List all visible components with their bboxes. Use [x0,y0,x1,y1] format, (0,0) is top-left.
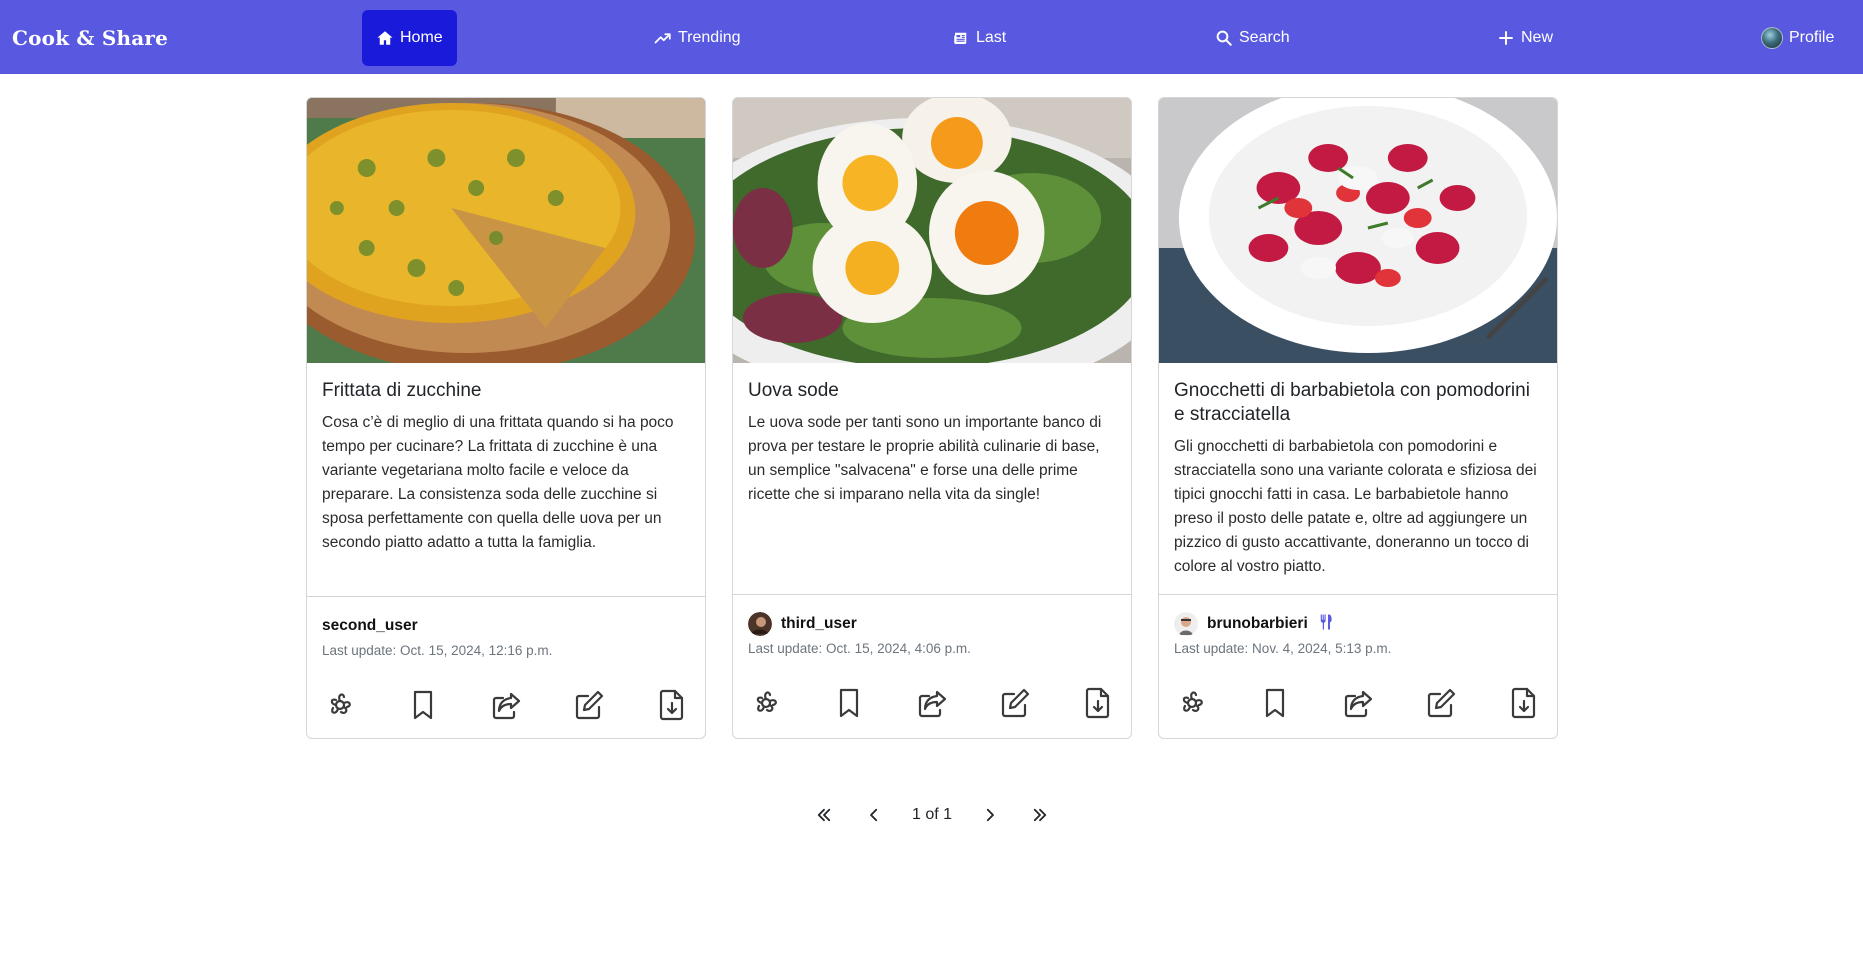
like-button[interactable] [1175,686,1209,720]
last-update: Last update: Oct. 15, 2024, 12:16 p.m. [322,643,553,658]
bookmark-icon [413,690,433,720]
chef-badge [1317,613,1335,636]
chevron-left-icon [870,808,878,822]
page-indicator: 1 of 1 [911,806,952,823]
download-button[interactable] [655,688,689,722]
recipe-description: Gli gnocchetti di barbabietola con pomod… [1174,438,1537,575]
flower-icon [756,691,777,713]
like-button[interactable] [323,688,357,722]
recipe-card[interactable]: Uova sode Le uova sode per tanti sono un… [732,97,1132,739]
author-name[interactable]: second_user [322,617,418,635]
nav-home-label: Home [400,29,443,46]
edit-icon [1427,688,1456,718]
flower-icon [1182,691,1203,713]
flower-icon [330,693,351,715]
edit-button[interactable] [998,686,1032,720]
bookmark-button[interactable] [1258,686,1292,720]
edit-button[interactable] [572,688,606,722]
recipe-image[interactable] [307,98,705,363]
recipe-title[interactable]: Gnocchetti di barbabietola con pomodorin… [1174,379,1542,427]
share-button[interactable] [915,686,949,720]
card-actions [733,686,1131,738]
brand-logo[interactable]: Cook & Share [12,0,168,74]
card-footer: third_user Last update: Oct. 15, 2024, 4… [733,594,1131,738]
newspaper-icon [954,32,967,44]
nav-profile-label: Profile [1789,29,1835,46]
search-icon [1216,30,1232,46]
card-footer: brunobarbieri Last update: Nov. 4, 2024,… [1159,594,1557,738]
utensils-icon [1320,614,1332,629]
bookmark-icon [1265,688,1285,718]
share-button[interactable] [1341,686,1375,720]
recipe-description: Cosa c’è di meglio di una frittata quand… [322,414,674,551]
nav-last-label: Last [976,29,1007,46]
prev-page-button[interactable] [862,803,886,827]
nav-profile[interactable]: Profile [1747,10,1848,66]
recipe-card[interactable]: Frittata di zucchine Cosa c’è di meglio … [306,97,706,739]
recipe-title[interactable]: Uova sode [748,379,1116,403]
chevron-right-icon [986,808,994,822]
nav-trending-label: Trending [678,29,741,46]
card-footer: second_user Last update: Oct. 15, 2024, … [307,596,705,738]
double-chevron-left-icon [817,808,831,822]
last-page-button[interactable] [1028,803,1052,827]
recipe-description: Le uova sode per tanti sono un important… [748,414,1102,503]
profile-avatar [1761,27,1783,49]
download-button[interactable] [1507,686,1541,720]
nav-home[interactable]: Home [362,10,457,66]
nav-last[interactable]: Last [938,10,1020,66]
first-page-button[interactable] [812,803,836,827]
author-row: third_user [733,605,1131,643]
next-page-button[interactable] [978,803,1002,827]
nav-new[interactable]: New [1483,10,1567,66]
recipe-card[interactable]: Gnocchetti di barbabietola con pomodorin… [1158,97,1558,739]
plus-icon [1499,31,1513,45]
card-actions [307,688,705,738]
nav-search[interactable]: Search [1201,10,1304,66]
card-actions [1159,686,1557,738]
author-row: brunobarbieri [1159,605,1557,643]
last-update: Last update: Nov. 4, 2024, 5:13 p.m. [1174,641,1392,656]
author-name[interactable]: third_user [781,615,857,633]
recipe-title[interactable]: Frittata di zucchine [322,379,690,403]
last-update: Last update: Oct. 15, 2024, 4:06 p.m. [748,641,971,656]
share-icon [492,692,521,720]
share-icon [1344,690,1373,718]
bookmark-button[interactable] [832,686,866,720]
bookmark-button[interactable] [406,688,440,722]
share-button[interactable] [489,688,523,722]
edit-icon [1001,688,1030,718]
file-download-icon [1085,687,1110,719]
file-download-icon [1511,687,1536,719]
top-navbar: Cook & Share Home Trending Last Search N… [0,0,1863,74]
share-icon [918,690,947,718]
author-row: second_user [307,607,705,645]
author-name[interactable]: brunobarbieri [1207,615,1308,633]
nav-search-label: Search [1239,29,1290,46]
pagination: 1 of 1 [812,800,1052,830]
bookmark-icon [839,688,859,718]
author-avatar [1174,612,1198,636]
home-icon [377,31,393,45]
nav-new-label: New [1521,29,1554,46]
edit-button[interactable] [1424,686,1458,720]
file-download-icon [659,689,684,721]
recipe-image[interactable] [733,98,1131,363]
double-chevron-right-icon [1033,808,1047,822]
recipe-image[interactable] [1159,98,1557,363]
trending-up-icon [654,33,671,44]
download-button[interactable] [1081,686,1115,720]
nav-trending[interactable]: Trending [640,10,755,66]
like-button[interactable] [749,686,783,720]
author-avatar [748,612,772,636]
edit-icon [575,690,604,720]
